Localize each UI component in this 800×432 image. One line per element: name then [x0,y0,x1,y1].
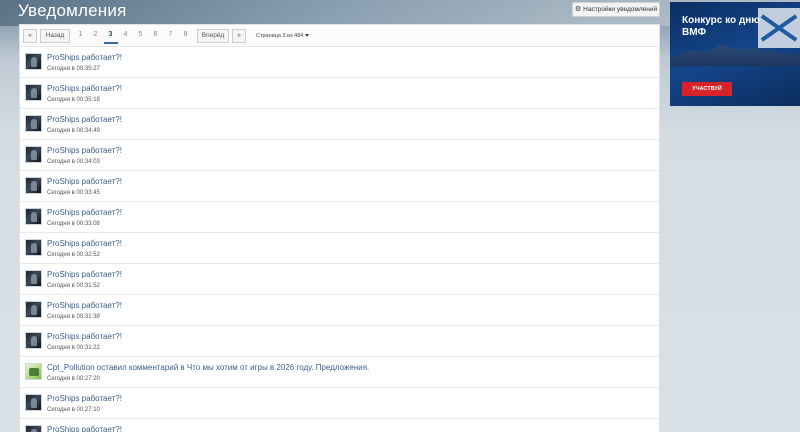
ad-banner[interactable]: Конкурс ко дню ВМФ УЧАСТВУЙ [670,2,800,106]
page-link-current[interactable]: 3 [103,28,118,44]
page-link-8[interactable]: 8 [179,28,193,44]
notification-time: Сегодня в 00:34:03 [47,159,100,165]
page-link-2[interactable]: 2 [89,28,103,44]
notification-time: Сегодня в 00:35:27 [47,66,100,72]
notification-time: Сегодня в 00:35:18 [47,97,100,103]
pagination: « Назад 1 2 3 4 5 6 7 8 Вперёд » Страниц… [20,25,659,47]
notification-link[interactable]: ProShips работает?! [47,332,122,341]
page-title: Уведомления [18,1,127,20]
notification-link[interactable]: ProShips работает?! [47,177,122,186]
notification-item[interactable]: ProShips работает?! Сегодня в 00:35:18 [20,78,659,109]
notification-list: ProShips работает?! Сегодня в 00:35:27 Pro… [20,47,659,432]
notification-time: Сегодня в 00:27:20 [47,376,100,382]
notification-time: Сегодня в 00:33:45 [47,190,100,196]
caret-down-icon [305,33,310,37]
page-link-4[interactable]: 4 [119,28,133,44]
page-link-7[interactable]: 7 [164,28,178,44]
notification-item[interactable]: ProShips работает?! Сегодня в 00:34:03 [20,140,659,171]
notification-item[interactable]: ProShips работает?! Сегодня в 00:32:52 [20,233,659,264]
notifications-panel: « Назад 1 2 3 4 5 6 7 8 Вперёд » Страниц… [19,24,660,432]
notification-item[interactable]: ProShips работает?! Сегодня в 00:31:38 [20,295,659,326]
notification-link[interactable]: ProShips работает?! [47,425,122,432]
notification-settings-button[interactable]: ⚙ Настройки уведомлений [572,2,660,17]
notification-time: Сегодня в 00:27:10 [47,407,100,413]
avatar[interactable] [25,301,42,318]
avatar[interactable] [25,239,42,256]
ad-participate-button[interactable]: УЧАСТВУЙ [682,82,732,96]
page-link-6[interactable]: 6 [149,28,163,44]
avatar[interactable] [25,84,42,101]
notification-link[interactable]: ProShips работает?! [47,239,122,248]
notification-link[interactable]: ProShips работает?! [47,53,122,62]
notification-item[interactable]: ProShips работает?! Сегодня в 00:34:49 [20,109,659,140]
avatar[interactable] [25,270,42,287]
notification-time: Сегодня в 00:33:08 [47,221,100,227]
avatar[interactable] [25,208,42,225]
notification-time: Сегодня в 00:31:52 [47,283,100,289]
notification-link[interactable]: ProShips работает?! [47,115,122,124]
notification-link[interactable]: ProShips работает?! [47,208,122,217]
notification-link[interactable]: ProShips работает?! [47,270,122,279]
prev-page-button[interactable]: Назад [40,28,70,43]
notification-time: Сегодня в 00:34:49 [47,128,100,134]
last-page-button[interactable]: » [232,28,246,43]
avatar[interactable] [25,394,42,411]
gear-icon: ⚙ [574,6,582,13]
notification-link[interactable]: ProShips работает?! [47,301,122,310]
avatar[interactable] [25,146,42,163]
page-status: Страница 3 из 484 [256,32,304,39]
notification-link[interactable]: ProShips работает?! [47,84,122,93]
avatar[interactable] [25,53,42,70]
notification-link[interactable]: ProShips работает?! [47,146,122,155]
notification-item[interactable]: Cpt_Pollution оставил комментарий в Что … [20,357,659,388]
notification-item[interactable]: ProShips работает?! [20,419,659,432]
notification-item[interactable]: ProShips работает?! Сегодня в 00:33:08 [20,202,659,233]
notification-settings-label: Настройки уведомлений [583,6,658,13]
page-jump-dropdown[interactable]: Страница 3 из 484 [256,32,310,39]
next-page-button[interactable]: Вперёд [197,28,229,43]
page-link-1[interactable]: 1 [74,28,88,44]
avatar[interactable] [25,177,42,194]
notification-item[interactable]: ProShips работает?! Сегодня в 00:27:10 [20,388,659,419]
notification-item[interactable]: ProShips работает?! Сегодня в 00:31:22 [20,326,659,357]
avatar[interactable] [25,363,42,380]
notification-time: Сегодня в 00:32:52 [47,252,100,258]
notification-time: Сегодня в 00:31:22 [47,345,100,351]
avatar[interactable] [25,425,42,432]
ad-title: Конкурс ко дню ВМФ [682,15,760,38]
naval-flag-icon [758,8,800,48]
page-link-5[interactable]: 5 [134,28,148,44]
notification-item[interactable]: ProShips работает?! Сегодня в 00:35:27 [20,47,659,78]
notification-item[interactable]: ProShips работает?! Сегодня в 00:31:52 [20,264,659,295]
avatar[interactable] [25,115,42,132]
first-page-button[interactable]: « [23,28,37,43]
notification-item[interactable]: ProShips работает?! Сегодня в 00:33:45 [20,171,659,202]
notification-link[interactable]: ProShips работает?! [47,394,122,403]
notification-time: Сегодня в 00:31:38 [47,314,100,320]
avatar[interactable] [25,332,42,349]
notification-link[interactable]: Cpt_Pollution оставил комментарий в Что … [47,363,369,372]
